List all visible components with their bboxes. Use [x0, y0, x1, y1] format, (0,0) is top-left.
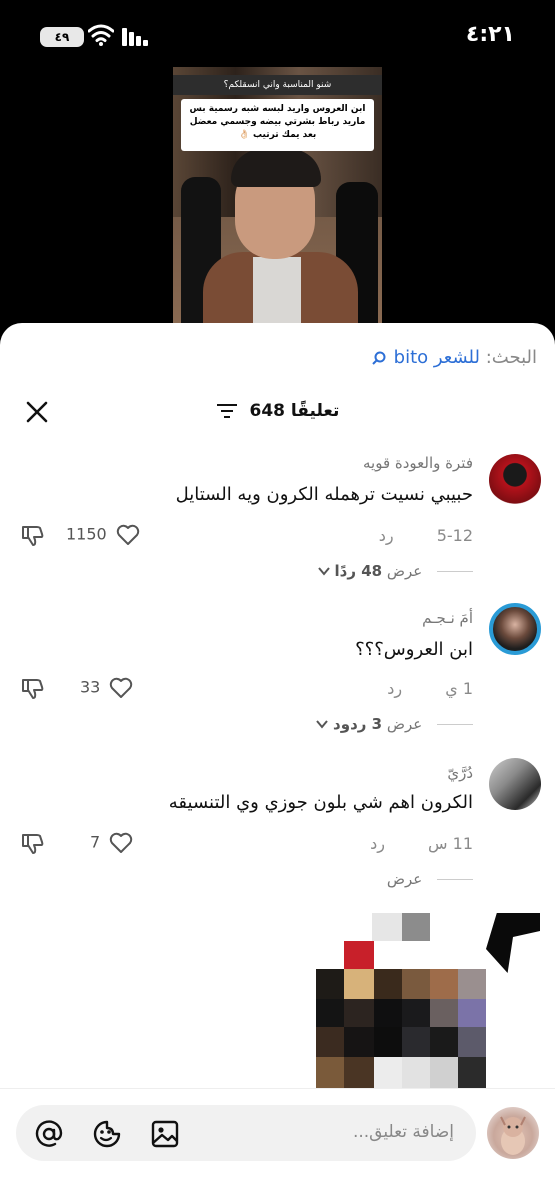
- divider: [437, 724, 473, 725]
- battery-icon: ٤٩: [40, 27, 84, 47]
- comment-username[interactable]: أمَ نـجـم: [422, 609, 473, 627]
- at-icon[interactable]: [34, 1119, 64, 1149]
- dislike-icon[interactable]: [20, 832, 46, 856]
- comment-item: دُرَّيّ الكرون اهم شي بلون جوزي وي التنس…: [0, 758, 555, 898]
- search-suggestion[interactable]: البحث: للشعر bito: [372, 347, 537, 368]
- avatar[interactable]: [487, 1107, 539, 1159]
- like-button[interactable]: 7: [90, 832, 133, 854]
- comment-text: ابن العروس؟؟؟: [355, 639, 473, 660]
- dislike-icon[interactable]: [20, 677, 46, 701]
- comment-item: فترة والعودة قويه حبيبي نسيت ترهمله الكر…: [0, 448, 555, 588]
- pixelated-sticker: [316, 913, 540, 1093]
- avatar[interactable]: [489, 603, 541, 655]
- user-avatar-image: [500, 1116, 526, 1155]
- like-button[interactable]: 33: [80, 677, 133, 699]
- comment-meta: 1 ي رد: [387, 679, 473, 698]
- comment-input[interactable]: إضافة تعليق...: [16, 1105, 476, 1161]
- view-replies[interactable]: عرض 48 ردًا: [317, 562, 473, 580]
- status-bar: ٤:٢١ ٤٩: [0, 0, 555, 64]
- heart-icon[interactable]: [116, 524, 140, 546]
- divider: [437, 571, 473, 572]
- comment-text: حبيبي نسيت ترهمله الكرون ويه الستايل: [175, 484, 473, 505]
- comment-username[interactable]: دُرَّيّ: [447, 764, 473, 782]
- comment-count-label: 648 تعليقًا: [249, 401, 340, 421]
- like-button[interactable]: 1150: [66, 524, 140, 546]
- comment-count[interactable]: 648 تعليقًا: [0, 401, 555, 421]
- search-term[interactable]: للشعر bito: [394, 347, 480, 368]
- view-replies[interactable]: عرض 3 ردود: [316, 715, 473, 733]
- emoji-icon[interactable]: [92, 1119, 122, 1149]
- person-hair: [231, 149, 321, 187]
- chevron-down-icon: [316, 720, 329, 729]
- heart-icon[interactable]: [109, 832, 133, 854]
- video-preview[interactable]: شنو المناسبة واني انسقلكم؟ ابن العروس وا…: [173, 67, 382, 325]
- like-count: 33: [80, 677, 101, 697]
- video-question: شنو المناسبة واني انسقلكم؟: [173, 75, 382, 95]
- reply-button[interactable]: رد: [379, 526, 394, 545]
- divider: [437, 879, 473, 880]
- image-icon[interactable]: [150, 1119, 180, 1149]
- comment-time: 11 س: [428, 834, 473, 853]
- person-shirt: [253, 257, 301, 325]
- filter-icon[interactable]: [216, 403, 238, 419]
- avatar[interactable]: [489, 454, 541, 506]
- wifi-icon: [88, 24, 114, 46]
- comment-input-placeholder: إضافة تعليق...: [352, 1122, 454, 1142]
- signal-icon: [122, 28, 148, 46]
- like-count: 7: [90, 832, 101, 852]
- comments-header: 648 تعليقًا: [0, 393, 555, 433]
- reply-button[interactable]: رد: [370, 834, 385, 853]
- comment-meta: 5-12 رد: [379, 526, 473, 545]
- search-icon: [372, 351, 386, 365]
- avatar[interactable]: [489, 758, 541, 810]
- status-time: ٤:٢١: [465, 22, 515, 47]
- comment-text: الكرون اهم شي بلون جوزي وي التنسيقه: [168, 792, 473, 813]
- view-replies[interactable]: عرض: [387, 870, 473, 888]
- comment-time: 5-12: [436, 526, 473, 545]
- comment-username[interactable]: فترة والعودة قويه: [363, 454, 473, 472]
- video-caption: ابن العروس واريد لبسه شبه رسمية بس ماريد…: [181, 99, 374, 151]
- chevron-down-icon: [317, 567, 330, 576]
- comments-sheet: البحث: للشعر bito 648 تعليقًا فترة والعو…: [0, 323, 555, 1200]
- like-count: 1150: [66, 524, 107, 544]
- dislike-icon[interactable]: [20, 524, 46, 548]
- search-label: البحث:: [485, 347, 537, 368]
- comment-input-bar: إضافة تعليق...: [0, 1088, 555, 1200]
- comment-meta: 11 س رد: [370, 834, 473, 853]
- heart-icon[interactable]: [109, 677, 133, 699]
- comment-time: 1 ي: [445, 679, 473, 698]
- comment-item: أمَ نـجـم ابن العروس؟؟؟ 1 ي رد 33 عرض 3 …: [0, 603, 555, 743]
- reply-button[interactable]: رد: [387, 679, 402, 698]
